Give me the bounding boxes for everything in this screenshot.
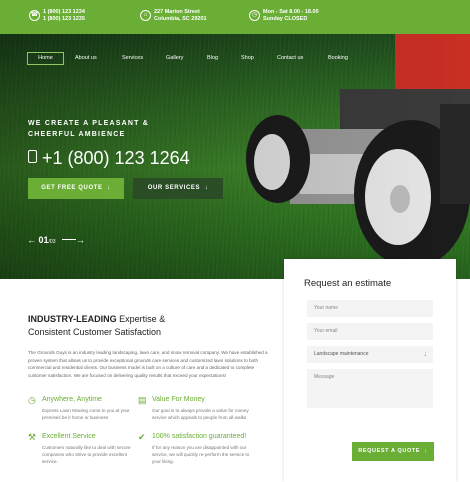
feature-title: Excellent Service — [42, 433, 96, 440]
feature-text: If for any reason you are disappointed w… — [152, 445, 250, 464]
hero-tagline-line2: CHEERFUL AMBIENCE — [28, 131, 126, 138]
contact-address-line1: 227 Marion Street — [154, 9, 200, 15]
contact-address-line2: Columbia, SC 29201 — [154, 16, 207, 22]
arrow-down-icon: ↓ — [104, 185, 111, 191]
feature-title: Anywhere, Anytime — [42, 396, 102, 403]
hero-phone-number: +1 (800) 123 1264 — [42, 148, 190, 168]
our-services-button[interactable]: OUR SERVICES ↓ — [133, 178, 223, 199]
nav-blog[interactable]: Blog — [207, 52, 218, 65]
nav-about-us[interactable]: About us — [75, 52, 97, 65]
feature-title: Value For Money — [152, 396, 205, 403]
get-free-quote-button[interactable]: GET FREE QUOTE ↓ — [28, 178, 124, 199]
section-paragraph: The Grounds Guys is an industry leading … — [28, 350, 268, 378]
request-quote-label: REQUEST A QUOTE — [358, 448, 421, 454]
nav-gallery[interactable]: Gallery — [166, 52, 183, 65]
home-icon: ⌂ — [140, 10, 151, 21]
nav-contact-us[interactable]: Contact us — [277, 52, 303, 65]
estimate-title: Request an estimate — [304, 278, 392, 289]
top-contact-bar: ☎ 1 (800) 123 1234 1 (800) 123 1235 ⌂ 227… — [0, 0, 470, 34]
feature-text: Customers naturally like to deal with se… — [42, 445, 131, 464]
phone-icon: ☎ — [29, 10, 40, 21]
section-heading: INDUSTRY-LEADING Expertise & Consistent … — [28, 313, 165, 339]
nav-services[interactable]: Services — [122, 52, 143, 65]
section-heading-rest: Expertise & — [116, 314, 166, 324]
request-quote-button[interactable]: REQUEST A QUOTE ↓ — [352, 442, 434, 461]
service-select-value: Landscape maintenance — [314, 351, 369, 357]
slide-current: 01 — [38, 235, 49, 245]
service-select[interactable]: Landscape maintenance ↓ — [307, 346, 433, 363]
nav-shop[interactable]: Shop — [241, 52, 254, 65]
feature-title: 100% satisfaction guaranteed! — [152, 433, 247, 440]
clock-icon: ◷ — [28, 395, 36, 405]
contact-hours-line2: Sunday CLOSED — [263, 16, 308, 22]
get-free-quote-label: GET FREE QUOTE — [41, 185, 103, 191]
prev-slide-arrow-icon[interactable]: ← — [27, 235, 36, 245]
our-services-label: OUR SERVICES — [147, 185, 201, 191]
section-heading-line2: Consistent Customer Satisfaction — [28, 327, 162, 337]
tools-icon: ⚒ — [28, 432, 37, 442]
hero-phone: +1 (800) 123 1264 — [28, 148, 190, 168]
feature-text: Our goal is to always provide a value fo… — [152, 408, 249, 420]
message-field[interactable]: Message — [307, 369, 433, 408]
contact-hours-line1: Mon - Sat 8.00 - 18.00 — [263, 9, 319, 15]
contact-phone-line2: 1 (800) 123 1235 — [43, 16, 85, 22]
clock-icon: ◷ — [249, 10, 260, 21]
slide-total: /03 — [48, 239, 56, 245]
nav-booking[interactable]: Booking — [328, 52, 348, 65]
name-field[interactable]: Your name — [307, 300, 433, 317]
section-heading-bold: INDUSTRY-LEADING — [28, 314, 117, 324]
nav-home[interactable]: Home — [27, 52, 64, 65]
next-slide-arrow-icon[interactable]: → — [76, 235, 85, 245]
mobile-phone-icon — [28, 150, 37, 163]
contact-phone-line1: 1 (800) 123 1234 — [43, 9, 85, 15]
estimate-form: Request an estimate Your name Your email… — [284, 259, 456, 482]
arrow-down-icon: ↓ — [423, 351, 428, 358]
arrow-down-icon: ↓ — [422, 448, 428, 454]
hero-tagline: WE CREATE A PLEASANT & CHEERFUL AMBIENCE — [28, 118, 149, 140]
feature-text: Express Lawn Mowing come to you at your … — [42, 408, 130, 420]
hero-tagline-line1: WE CREATE A PLEASANT & — [28, 120, 150, 127]
slide-divider — [62, 239, 76, 240]
money-icon: ▤ — [138, 395, 147, 405]
thumbs-up-icon: ✔ — [138, 432, 146, 442]
slide-counter: ← 01/03 → — [27, 235, 85, 245]
page: ☎ 1 (800) 123 1234 1 (800) 123 1235 ⌂ 227… — [0, 0, 470, 482]
email-field[interactable]: Your email — [307, 323, 433, 340]
arrow-down-icon: ↓ — [202, 185, 209, 191]
